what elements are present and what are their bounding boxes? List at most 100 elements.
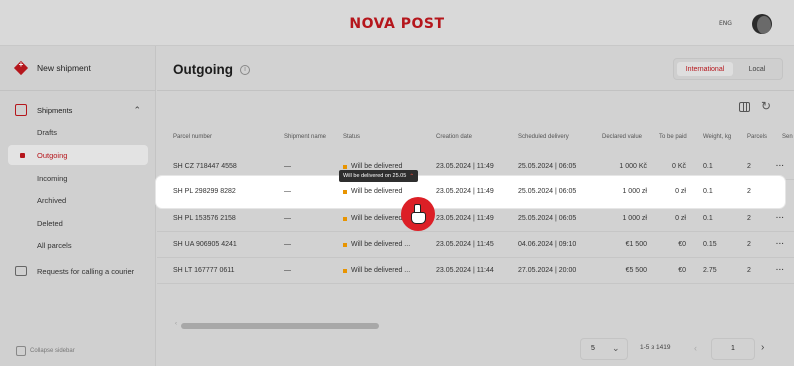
shipment-name: — bbox=[284, 267, 291, 274]
table-row-highlighted[interactable]: SH PL 298299 8282 — Will be delivered 23… bbox=[156, 176, 785, 208]
parcel-number[interactable]: SH UA 906905 4241 bbox=[173, 241, 237, 248]
sidebar-item-all-parcels[interactable]: All parcels bbox=[8, 235, 148, 255]
main-content: Outgoing i International Local ↻ Parcel … bbox=[156, 46, 794, 366]
scheduled-delivery: 04.06.2024 | 09:10 bbox=[518, 241, 577, 248]
sidebar-item-label: Requests for calling a courier bbox=[37, 266, 135, 276]
divider bbox=[157, 90, 794, 91]
to-be-paid: €0 bbox=[678, 267, 686, 274]
creation-date: 23.05.2024 | 11:45 bbox=[436, 241, 494, 248]
status-cell: Will be delivered ... bbox=[343, 241, 410, 248]
status-tooltip: Will be delivered on 25.05 ⌃ bbox=[339, 170, 419, 182]
status-text: Will be delivered bbox=[351, 188, 403, 195]
to-be-paid: €0 bbox=[678, 241, 686, 248]
column-header[interactable]: Shipment name bbox=[284, 134, 326, 140]
divider bbox=[0, 90, 156, 91]
sidebar-group-shipments[interactable]: Shipments ⌃ bbox=[15, 103, 141, 117]
parcel-number[interactable]: SH PL 153576 2158 bbox=[173, 215, 236, 222]
sidebar-item-label: All parcels bbox=[37, 240, 72, 250]
parcels-count: 2 bbox=[747, 241, 751, 248]
sidebar-item-label: Archived bbox=[37, 195, 67, 205]
table-row[interactable]: SH PL 153576 2158 — Will be delivered ..… bbox=[157, 206, 794, 232]
column-header[interactable]: Parcels bbox=[747, 134, 767, 140]
collapse-sidebar-button[interactable]: Collapse sidebar bbox=[16, 346, 75, 356]
page-size-value: 5 bbox=[591, 345, 595, 352]
page-title: Outgoing bbox=[173, 62, 233, 77]
sidebar-item-label: Drafts bbox=[37, 127, 58, 137]
tooltip-text: Will be delivered on 25.05 bbox=[343, 173, 407, 179]
status-cell: Will be delivered ... bbox=[343, 215, 410, 222]
brand-logo[interactable]: NOVA POST bbox=[0, 16, 794, 32]
status-cell: Will be delivered ... bbox=[343, 267, 410, 274]
toggle-local[interactable]: Local bbox=[734, 62, 780, 76]
chevron-up-icon[interactable]: ⌃ bbox=[133, 105, 141, 116]
column-header[interactable]: Status bbox=[343, 134, 360, 140]
parcel-number[interactable]: SH PL 298299 8282 bbox=[173, 188, 236, 195]
parcels-count: 2 bbox=[747, 215, 751, 222]
shipment-name: — bbox=[284, 163, 291, 170]
plus-diamond-icon bbox=[14, 60, 28, 75]
sidebar-item-courier-requests[interactable]: Requests for calling a courier bbox=[15, 264, 134, 278]
info-icon[interactable]: i bbox=[240, 65, 250, 75]
more-actions-icon[interactable]: ··· bbox=[776, 241, 785, 248]
to-be-paid: 0 zł bbox=[675, 188, 686, 195]
refresh-icon[interactable]: ↻ bbox=[761, 99, 771, 113]
more-actions-icon[interactable]: ··· bbox=[776, 267, 785, 274]
collapse-icon bbox=[16, 346, 26, 356]
declared-value: €5 500 bbox=[625, 267, 647, 274]
shipments-icon bbox=[15, 104, 27, 116]
language-switch[interactable]: ENG bbox=[719, 20, 732, 27]
horizontal-scrollbar[interactable] bbox=[181, 323, 379, 329]
parcels-count: 2 bbox=[747, 188, 751, 195]
top-bar: NOVA POST ENG bbox=[0, 0, 794, 46]
status-text: Will be delivered ... bbox=[351, 241, 411, 248]
tooltip-caret-icon: ⌃ bbox=[409, 173, 415, 180]
scheduled-delivery: 27.05.2024 | 20:00 bbox=[518, 267, 577, 274]
column-header[interactable]: Declared value bbox=[602, 134, 642, 140]
column-header[interactable]: To be paid bbox=[659, 134, 687, 140]
declared-value: 1 000 zł bbox=[622, 188, 647, 195]
sidebar-group-label: Shipments bbox=[37, 105, 73, 115]
column-header[interactable]: Scheduled delivery bbox=[518, 134, 569, 140]
courier-icon bbox=[15, 266, 27, 276]
status-dot-icon bbox=[343, 242, 347, 247]
declared-value: 1 000 Kč bbox=[619, 163, 647, 170]
toggle-international[interactable]: International bbox=[677, 62, 733, 76]
sidebar-item-outgoing[interactable]: Outgoing bbox=[8, 145, 148, 165]
more-actions-icon[interactable]: ··· bbox=[776, 215, 785, 222]
next-page-button[interactable]: › bbox=[761, 342, 764, 353]
creation-date: 23.05.2024 | 11:44 bbox=[436, 267, 494, 274]
column-header[interactable]: Sen bbox=[782, 134, 793, 140]
table-row[interactable]: SH UA 906905 4241 — Will be delivered ..… bbox=[157, 232, 794, 258]
page-size-select[interactable]: 5 ⌄ bbox=[580, 338, 628, 360]
more-actions-icon[interactable]: ··· bbox=[776, 163, 785, 170]
status-dot-icon bbox=[343, 216, 347, 221]
sidebar-item-incoming[interactable]: Incoming bbox=[8, 168, 148, 188]
status-text: Will be delivered bbox=[351, 163, 403, 170]
sidebar-item-archived[interactable]: Archived bbox=[8, 190, 148, 210]
avatar[interactable] bbox=[752, 14, 772, 34]
status-dot-icon bbox=[343, 268, 347, 273]
to-be-paid: 0 Kč bbox=[671, 163, 686, 170]
parcel-number[interactable]: SH CZ 718447 4558 bbox=[173, 163, 237, 170]
status-cell: Will be delivered bbox=[343, 163, 402, 170]
weight: 0.1 bbox=[703, 188, 713, 195]
status-cell[interactable]: Will be delivered bbox=[343, 188, 402, 195]
columns-settings-icon[interactable] bbox=[739, 102, 750, 112]
table-row[interactable]: SH LT 167777 0611 — Will be delivered ..… bbox=[157, 258, 794, 284]
shipment-name: — bbox=[284, 188, 291, 195]
page-number-input[interactable]: 1 bbox=[711, 338, 755, 360]
declared-value: €1 500 bbox=[625, 241, 647, 248]
column-header[interactable]: Weight, kg bbox=[703, 134, 731, 140]
new-shipment-button[interactable]: New shipment bbox=[14, 60, 91, 76]
sidebar-item-label: Outgoing bbox=[37, 150, 68, 160]
collapse-sidebar-label: Collapse sidebar bbox=[30, 348, 75, 354]
column-header[interactable]: Parcel number bbox=[173, 134, 212, 140]
sidebar-item-drafts[interactable]: Drafts bbox=[8, 122, 148, 142]
scroll-left-icon[interactable]: ‹ bbox=[175, 321, 177, 327]
parcel-number[interactable]: SH LT 167777 0611 bbox=[173, 267, 235, 274]
sidebar-item-deleted[interactable]: Deleted bbox=[8, 213, 148, 233]
chevron-down-icon: ⌄ bbox=[612, 343, 620, 353]
column-header[interactable]: Creation date bbox=[436, 134, 472, 140]
prev-page-button[interactable]: ‹ bbox=[694, 343, 697, 353]
creation-date: 23.05.2024 | 11:49 bbox=[436, 163, 494, 170]
